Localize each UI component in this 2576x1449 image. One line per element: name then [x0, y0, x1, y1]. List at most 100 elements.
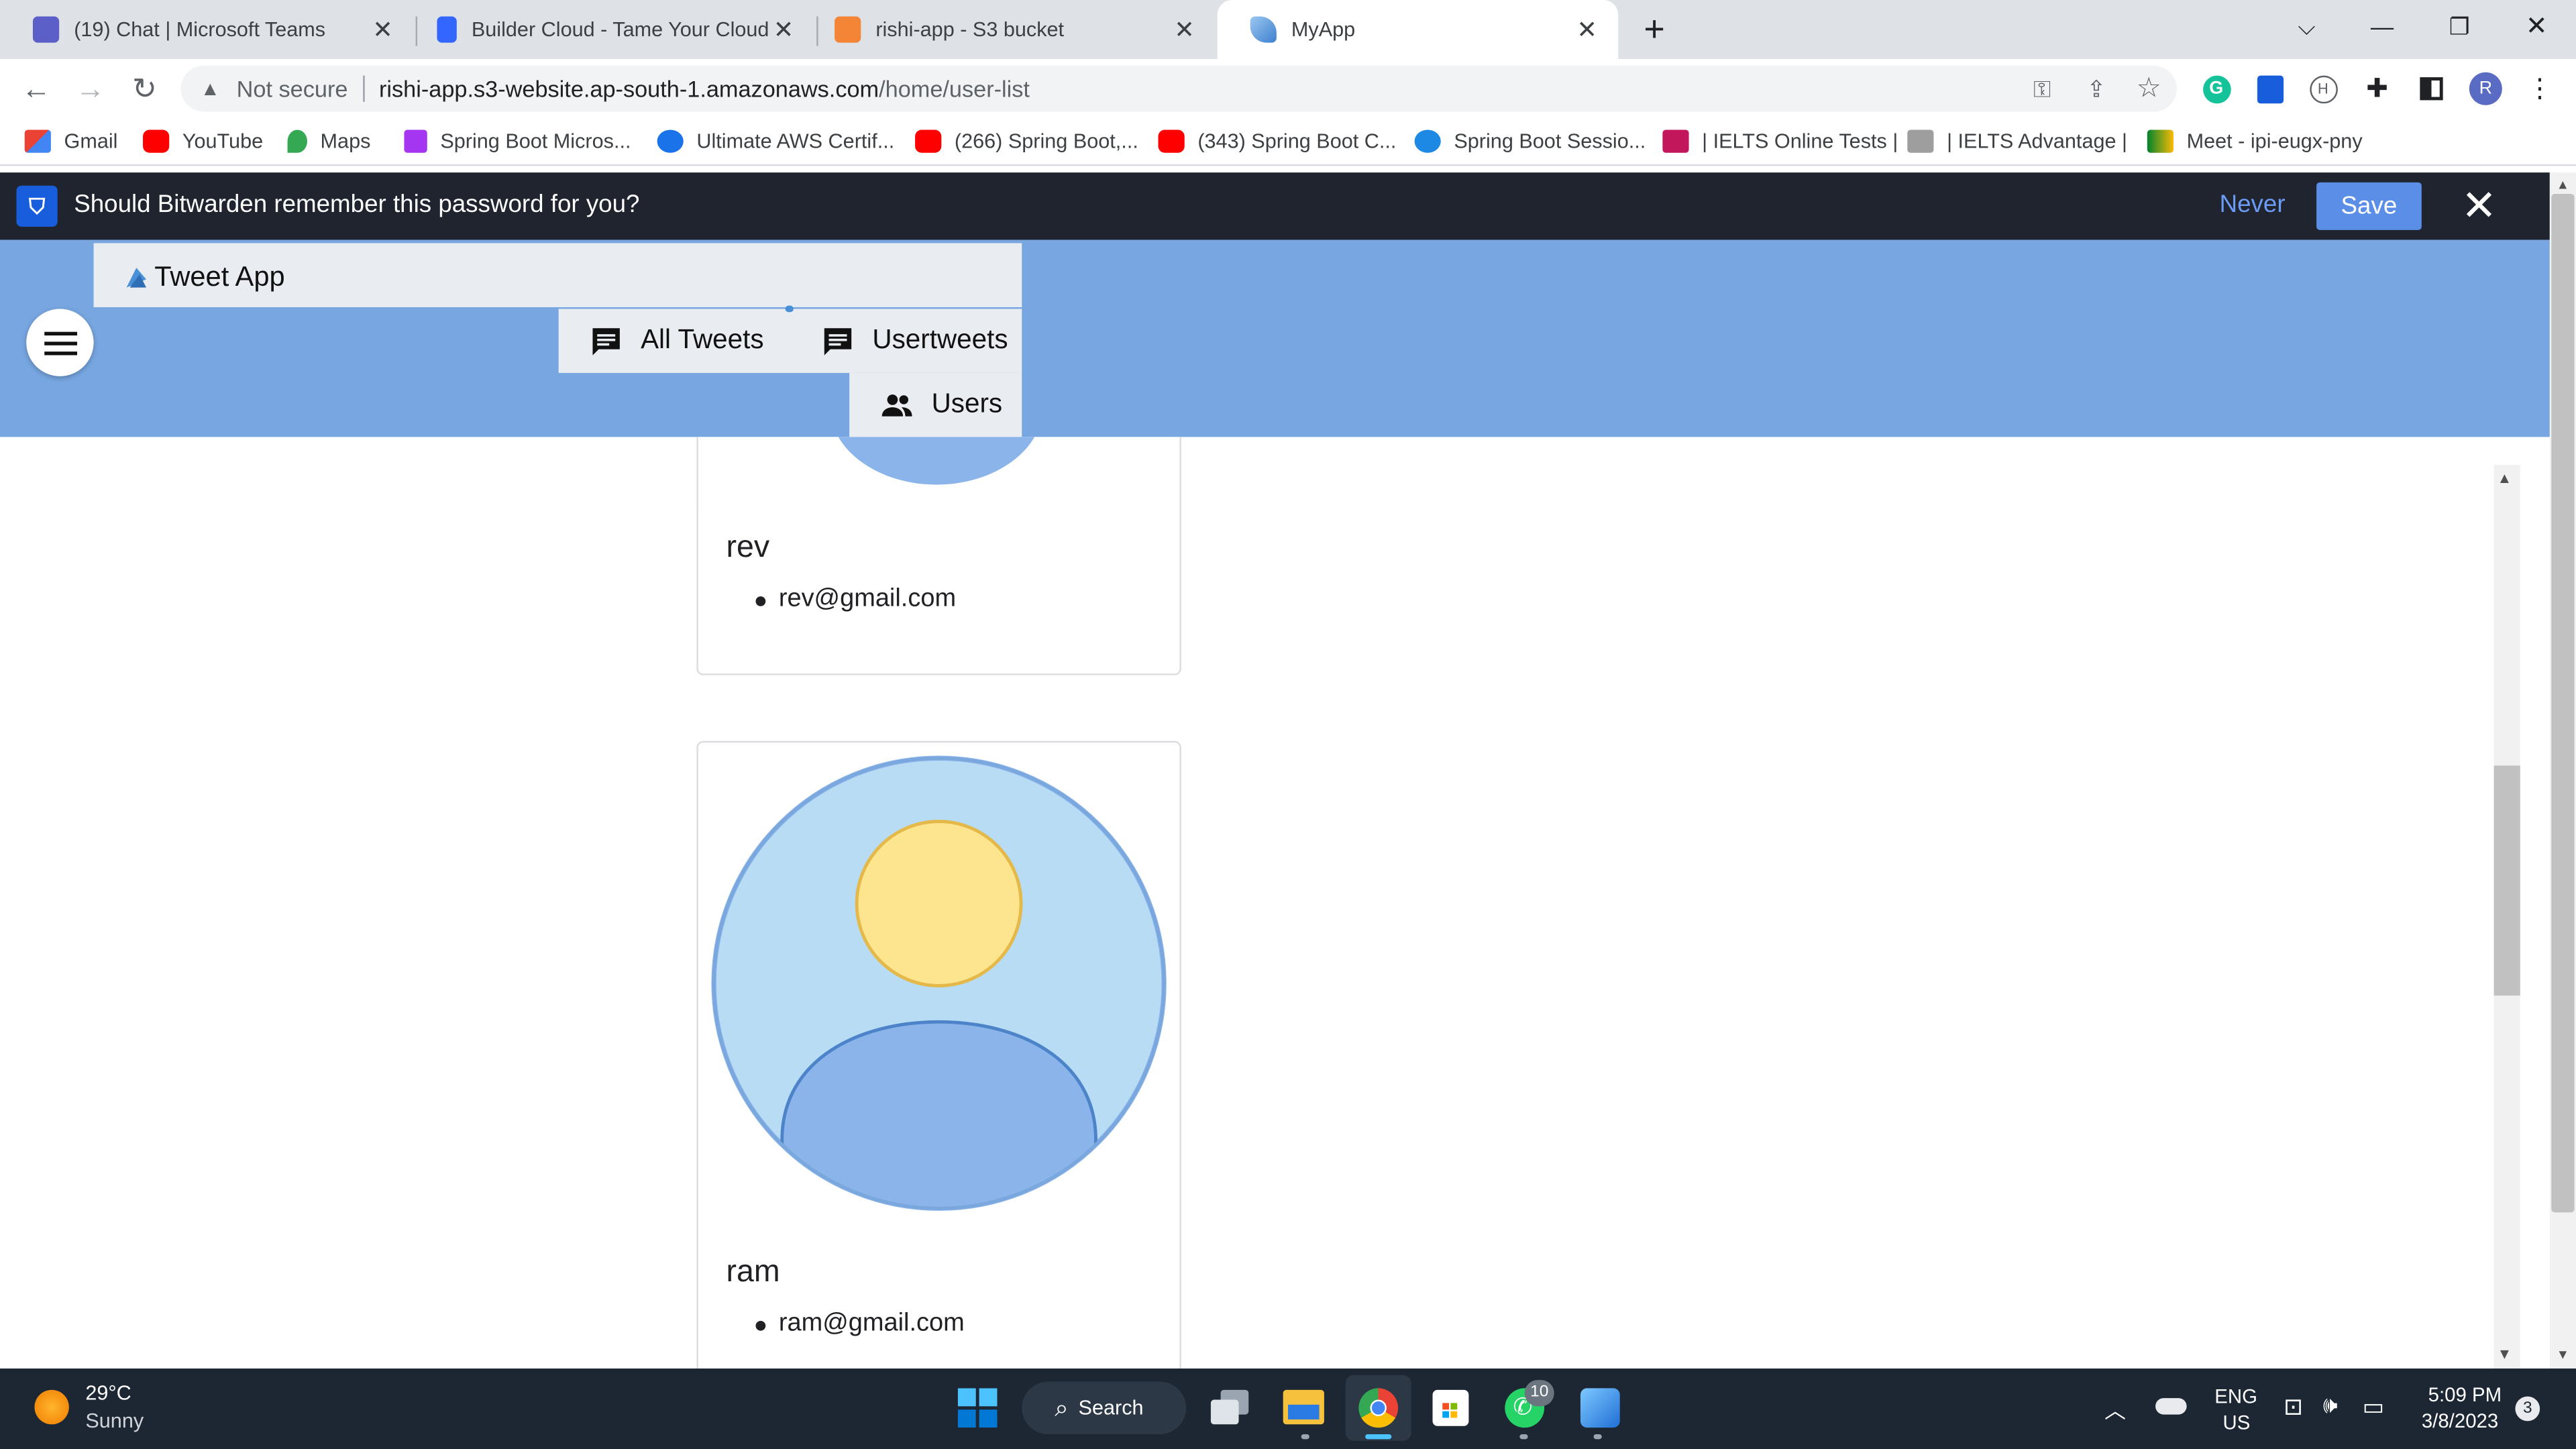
language-indicator[interactable]: ENG — [2214, 1385, 2257, 1408]
youtube-icon — [143, 129, 170, 153]
user-name: ram — [726, 1255, 780, 1290]
bookmark-label: YouTube — [182, 129, 264, 153]
meet-icon — [2147, 129, 2174, 153]
bookmark-youtube[interactable]: YouTube — [143, 125, 263, 158]
youtube-icon — [915, 129, 942, 153]
bookmark-maps[interactable]: Maps — [287, 125, 371, 158]
close-window-button[interactable]: ✕ — [2499, 0, 2575, 52]
extensions-puzzle-icon[interactable]: ✚ — [2359, 70, 2396, 107]
bookmark-label: Maps — [320, 129, 371, 153]
sun-weather-icon[interactable] — [34, 1389, 69, 1425]
windows-start-icon[interactable] — [957, 1388, 998, 1428]
profile-avatar[interactable]: R — [2467, 70, 2504, 107]
battery-icon[interactable]: ▭ — [2363, 1393, 2384, 1421]
nav-label: Usertweets — [872, 325, 1008, 355]
url-host: rishi-app.s3-website.ap-south-1.amazonaw… — [378, 75, 879, 102]
onedrive-cloud-icon[interactable] — [2155, 1398, 2187, 1415]
reload-icon[interactable]: ↻ — [121, 59, 168, 118]
bookmark-gmail[interactable]: Gmail — [24, 125, 117, 158]
microsoft-store-icon[interactable] — [1432, 1389, 1469, 1426]
nav-users[interactable]: Users — [849, 372, 1022, 437]
photos-app-icon[interactable] — [1580, 1388, 1620, 1428]
chat-bubble-icon — [824, 327, 852, 355]
close-tab-icon[interactable]: ✕ — [1170, 15, 1199, 44]
search-label: Search — [1078, 1396, 1144, 1419]
bitwarden-save-button[interactable]: Save — [2316, 182, 2422, 230]
user-card[interactable]: rev rev@gmail.com — [696, 437, 1181, 676]
tab-title: MyApp — [1291, 17, 1356, 42]
language-region[interactable]: US — [2222, 1411, 2250, 1434]
bookmark-yt-266[interactable]: (266) Spring Boot,... — [915, 125, 1138, 158]
page-scroll-up-icon[interactable]: ▲ — [2557, 177, 2569, 192]
bookmark-ielts-advantage[interactable]: | IELTS Advantage | — [1907, 125, 2127, 158]
nav-label: All Tweets — [641, 325, 764, 355]
tab-search-icon[interactable]: ⌵ — [2269, 0, 2345, 52]
side-panel-icon[interactable] — [2414, 70, 2450, 107]
scroll-up-arrow-icon[interactable]: ▲ — [2497, 470, 2512, 486]
bookmark-ielts-online[interactable]: | IELTS Online Tests | — [1662, 125, 1898, 158]
tab-builder-cloud[interactable]: Builder Cloud - Tame Your Cloud ✕ — [404, 0, 814, 59]
bookmark-star-icon[interactable]: ☆ — [2131, 70, 2167, 107]
tab-s3-bucket[interactable]: rishi-app - S3 bucket ✕ — [802, 0, 1216, 59]
chrome-icon[interactable] — [1358, 1388, 1399, 1428]
menu-hamburger-icon[interactable] — [26, 309, 94, 376]
bookmark-label: Ultimate AWS Certif... — [696, 129, 895, 153]
volume-icon[interactable]: 🕪 — [2323, 1391, 2338, 1419]
udemy-icon — [404, 129, 427, 153]
close-tab-icon[interactable]: ✕ — [1572, 15, 1602, 44]
nav-user-tweets[interactable]: Usertweets — [790, 309, 1022, 373]
aws-course-icon — [657, 129, 684, 153]
weather-desc[interactable]: Sunny — [85, 1409, 144, 1432]
clock-date[interactable]: 3/8/2023 — [2422, 1409, 2498, 1432]
running-indicator — [1593, 1434, 1602, 1440]
user-avatar — [711, 755, 1167, 1211]
scroll-down-arrow-icon[interactable]: ▼ — [2497, 1346, 2512, 1362]
close-icon[interactable]: ✕ — [2459, 180, 2499, 229]
nav-all-tweets[interactable]: All Tweets — [558, 309, 790, 373]
forward-icon[interactable]: → — [67, 59, 113, 118]
security-label[interactable]: Not secure — [237, 76, 348, 102]
close-tab-icon[interactable]: ✕ — [368, 15, 398, 44]
grammarly-icon[interactable]: G — [2198, 70, 2235, 107]
content-scrollbar-thumb[interactable] — [2493, 765, 2520, 996]
tray-overflow-chevron-icon[interactable]: ︿ — [2104, 1393, 2126, 1425]
task-view-icon[interactable] — [1210, 1389, 1250, 1426]
file-explorer-icon[interactable] — [1283, 1389, 1324, 1425]
bitwarden-extension-icon[interactable] — [2253, 70, 2289, 107]
extension-h-icon[interactable]: H — [2305, 70, 2341, 107]
minimize-button[interactable]: — — [2345, 0, 2420, 52]
whatsapp-badge: 10 — [1524, 1380, 1554, 1407]
user-card[interactable]: ram ram@gmail.com — [696, 741, 1181, 1369]
bookmark-spring-session[interactable]: Spring Boot Sessio... — [1414, 125, 1646, 158]
address-bar[interactable]: ▲ Not secure rishi-app.s3-website.ap-sou… — [180, 65, 2177, 112]
bookmark-label: Spring Boot Sessio... — [1454, 129, 1646, 153]
tab-myapp[interactable]: MyApp ✕ — [1217, 0, 1619, 60]
bitwarden-prompt: Should Bitwarden remember this password … — [74, 191, 640, 219]
address-divider — [362, 75, 364, 102]
bitwarden-never-button[interactable]: Never — [2220, 191, 2286, 219]
restore-button[interactable]: ❐ — [2422, 0, 2498, 52]
maps-icon — [287, 129, 307, 153]
password-key-icon[interactable]: ⚿ — [2024, 70, 2060, 107]
bookmark-yt-343[interactable]: (343) Spring Boot C... — [1158, 125, 1396, 158]
page-scroll-down-icon[interactable]: ▼ — [2557, 1347, 2569, 1362]
app-logo-icon — [126, 268, 146, 288]
notification-count-badge[interactable]: 3 — [2515, 1396, 2540, 1421]
tab-title: Builder Cloud - Tame Your Cloud — [471, 17, 769, 42]
close-tab-icon[interactable]: ✕ — [769, 15, 798, 44]
taskbar-search-box[interactable]: ⌕ Search — [1022, 1381, 1187, 1434]
share-icon[interactable]: ⇪ — [2078, 70, 2114, 107]
new-tab-button[interactable]: + — [1629, 3, 1678, 56]
page-scrollbar-thumb[interactable] — [2551, 193, 2575, 1213]
weather-temp[interactable]: 29°C — [85, 1382, 131, 1405]
bookmark-meet[interactable]: Meet - ipi-eugx-pny — [2147, 125, 2363, 158]
clock-time[interactable]: 5:09 PM — [2428, 1383, 2502, 1406]
browser-menu-icon[interactable]: ⋮ — [2522, 70, 2558, 107]
network-icon[interactable]: ⊡ — [2284, 1393, 2303, 1421]
tab-microsoft-teams[interactable]: (19) Chat | Microsoft Teams ✕ — [0, 0, 414, 59]
bookmark-aws-cert[interactable]: Ultimate AWS Certif... — [657, 125, 895, 158]
back-icon[interactable]: ← — [13, 59, 60, 118]
bookmark-spring-boot-micro[interactable]: Spring Boot Micros... — [404, 125, 631, 158]
app-brand-title[interactable]: Tweet App — [154, 261, 284, 294]
nav-label: Users — [931, 389, 1003, 419]
